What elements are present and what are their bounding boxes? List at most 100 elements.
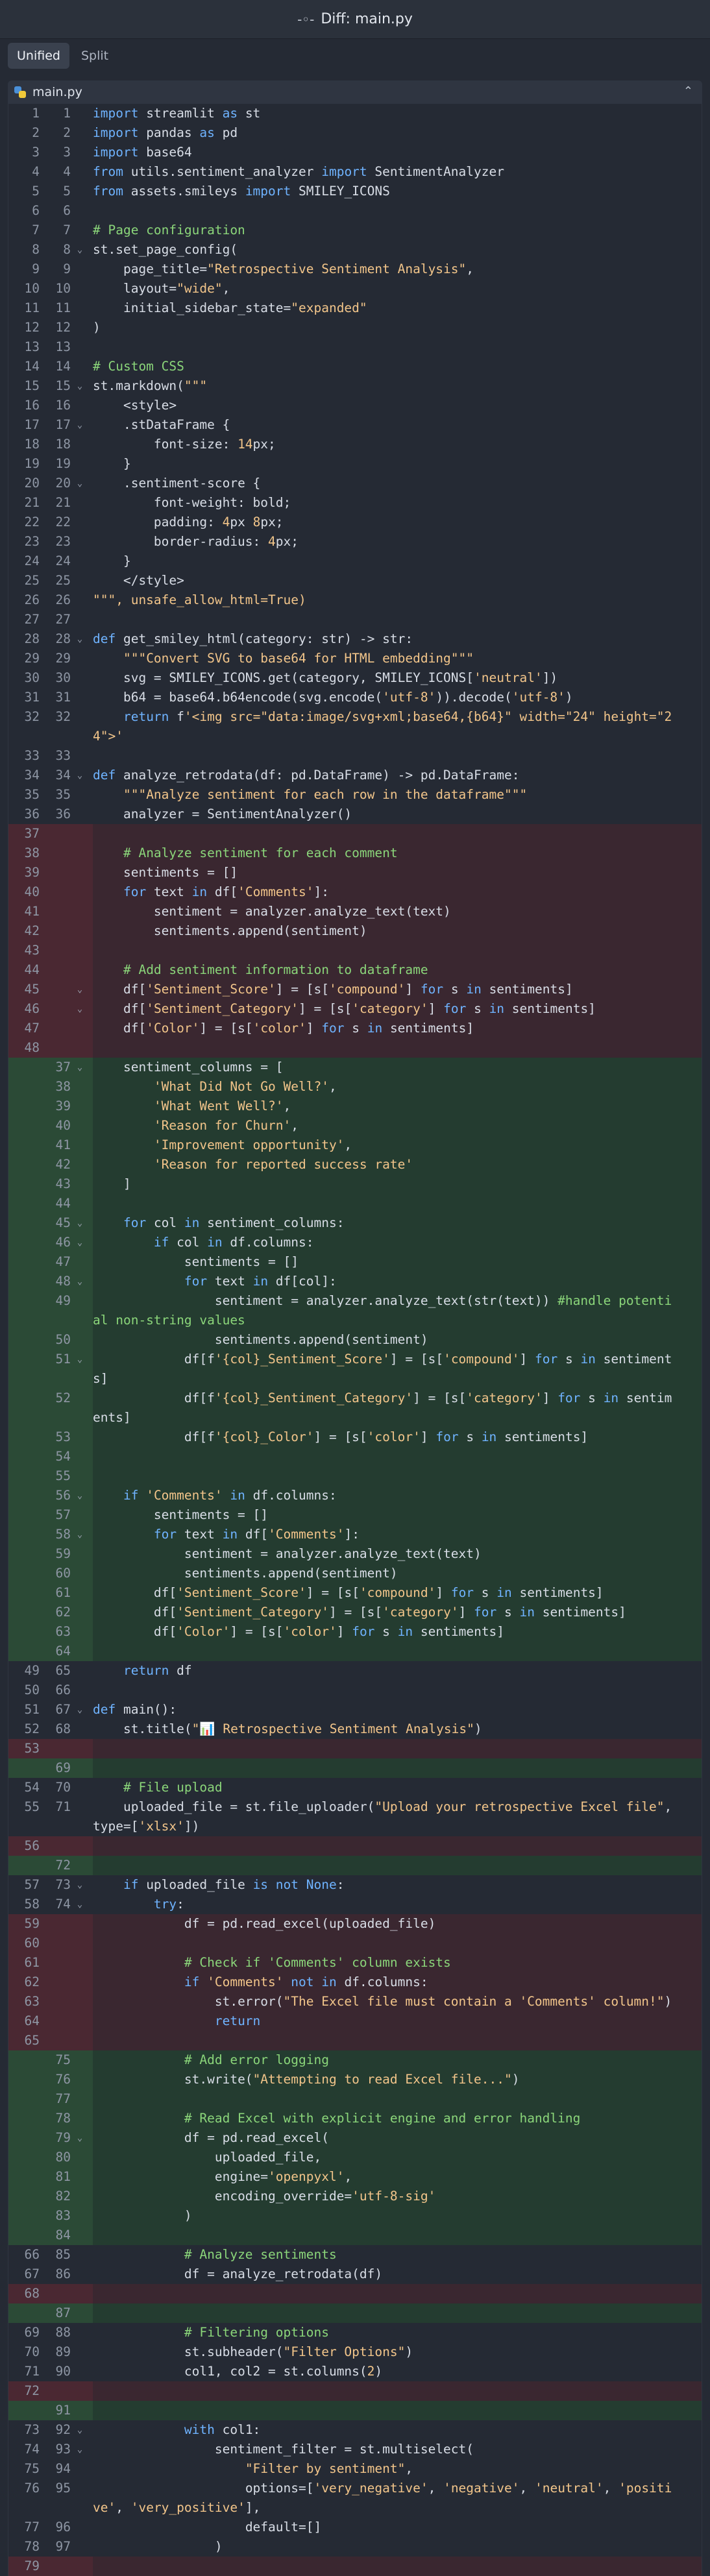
code-text: from utils.sentiment_analyzer import Sen… [93, 164, 504, 179]
old-line-number: 62 [24, 1975, 40, 1989]
line-gutter: 99 [8, 260, 93, 279]
new-line-number: 79 [55, 2130, 71, 2145]
tab-unified[interactable]: Unified [8, 43, 69, 69]
old-line-number [8, 2070, 40, 2089]
new-line-number: 52 [55, 1391, 71, 1405]
new-line-number [40, 1934, 71, 1953]
old-line-number [8, 1564, 40, 1583]
fold-chevron-icon[interactable]: ⌄ [71, 1350, 89, 1389]
added-line: 53 df[f'{col}_Color'] = [s['color'] for … [8, 1428, 702, 1447]
fold-chevron-icon[interactable]: ⌄ [71, 1525, 89, 1544]
line-gutter: 37 [8, 824, 93, 844]
code-text: # Analyze sentiments [184, 2247, 337, 2262]
diff-view: 1 1 import streamlit as st 2 2 import pandas … [8, 104, 702, 2576]
new-line-number: 66 [55, 1683, 71, 1697]
new-line-number: 59 [55, 1546, 71, 1561]
old-line-number [8, 2089, 40, 2109]
old-line-number: 61 [24, 1955, 40, 1970]
old-line-number [8, 1291, 40, 1330]
fold-chevron-icon[interactable]: ⌄ [71, 1895, 89, 1914]
context-line: 23 23 border-radius: 4px; [8, 532, 702, 552]
old-line-number [8, 1155, 40, 1174]
fold-chevron-icon[interactable]: ⌄ [71, 980, 89, 999]
line-gutter: 55 [8, 182, 93, 201]
fold-chevron-icon[interactable]: ⌄ [71, 1058, 89, 1077]
code-text: sentiments = [] [93, 1254, 299, 1269]
new-line-number: 46 [55, 1235, 71, 1250]
line-gutter: 20 20 ⌄ [8, 474, 93, 493]
fold-chevron-icon[interactable]: ⌄ [71, 2440, 89, 2459]
removed-line: 60 [8, 1934, 702, 1953]
fold-chevron-icon[interactable]: ⌄ [71, 1272, 89, 1291]
fold-chevron-icon[interactable]: ⌄ [71, 1233, 89, 1252]
new-line-number: 58 [55, 1527, 71, 1542]
new-line-number: 96 [55, 2520, 71, 2534]
fold-chevron-icon[interactable]: ⌄ [71, 2420, 89, 2440]
line-gutter: 91 [8, 2401, 93, 2420]
removed-line: 68 [8, 2284, 702, 2303]
fold-chevron-icon[interactable]: ⌄ [71, 1700, 89, 1719]
old-line-number: 67 [24, 2266, 40, 2281]
new-line-number [40, 863, 71, 882]
fold-chevron-icon[interactable]: ⌄ [71, 2128, 89, 2148]
context-line: 33 33 [8, 746, 702, 766]
old-line-number [8, 1447, 40, 1466]
fold-chevron-icon[interactable]: ⌄ [71, 1213, 89, 1233]
old-line-number [8, 1058, 40, 1077]
old-line-number: 11 [24, 300, 40, 315]
new-line-number: 48 [55, 1274, 71, 1289]
line-gutter: 36 36 [8, 805, 93, 824]
file-header[interactable]: main.py ⌃ [8, 80, 702, 104]
removed-line: 62 if 'Comments' not in df.columns: [8, 1973, 702, 1992]
fold-chevron-icon[interactable]: ⌄ [71, 1486, 89, 1505]
old-line-number: 3 [32, 145, 40, 160]
fold-chevron-icon[interactable]: ⌄ [71, 415, 89, 435]
tab-split[interactable]: Split [72, 43, 117, 69]
context-line: 99 page_title="Retrospective Sentiment A… [8, 260, 702, 279]
line-gutter: 57 [8, 1505, 93, 1525]
fold-chevron-icon[interactable]: ⌄ [71, 240, 89, 260]
code-text: df['Sentiment_Category'] = [s['category'… [93, 1001, 596, 1016]
new-line-number: 6 [63, 203, 71, 218]
new-line-number: 28 [55, 631, 71, 646]
code-text: analyzer = SentimentAnalyzer() [93, 807, 352, 821]
removed-line: 42 sentiments.append(sentiment) [8, 921, 702, 941]
old-line-number: 25 [24, 573, 40, 588]
chevron-up-icon[interactable]: ⌃ [683, 84, 693, 98]
line-gutter: 75 94 [8, 2459, 93, 2479]
code-text: 'Reason for reported success rate' [153, 1157, 413, 1172]
code-text: return [214, 2013, 261, 2028]
fold-chevron-icon[interactable]: ⌄ [71, 629, 89, 649]
fold-chevron-icon[interactable]: ⌄ [71, 1875, 89, 1895]
line-gutter: 58 ⌄ [8, 1525, 93, 1544]
old-line-number: 6 [32, 203, 40, 218]
fold-chevron-icon[interactable]: ⌄ [71, 376, 89, 396]
code-text: 'What Went Well?', [153, 1099, 291, 1113]
line-gutter: 49 [8, 1291, 93, 1330]
new-line-number [40, 902, 71, 921]
line-gutter: 38 [8, 1077, 93, 1097]
new-line-number: 83 [55, 2208, 71, 2223]
fold-chevron-icon[interactable]: ⌄ [71, 474, 89, 493]
fold-chevron-icon[interactable]: ⌄ [71, 766, 89, 785]
fold-chevron-icon[interactable]: ⌄ [71, 999, 89, 1019]
context-line: 73 92 ⌄ with col1: [8, 2420, 702, 2440]
